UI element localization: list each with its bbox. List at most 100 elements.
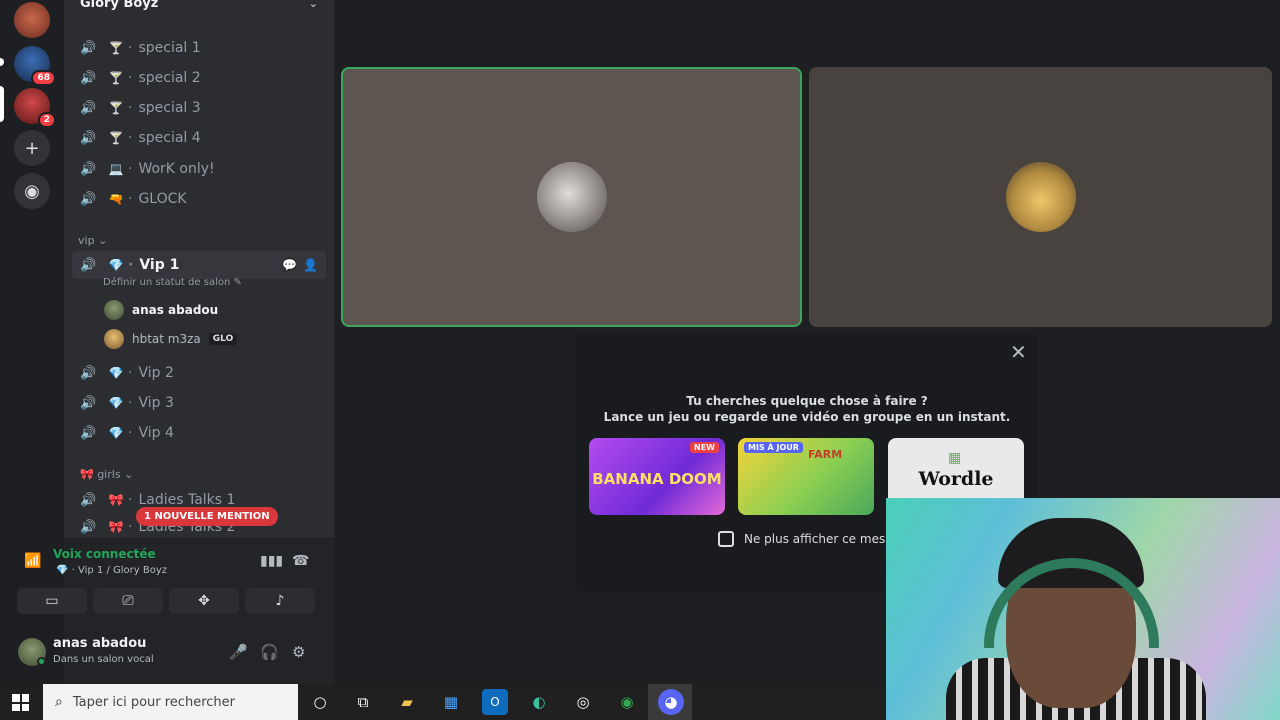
app-icon[interactable]: ◎ [570,689,596,715]
microphone-icon[interactable]: 🎤 [229,643,248,661]
channel-work-only[interactable]: 🔊 💻 · WorK only! [72,155,326,183]
category-vip[interactable]: vip ⌄ [78,234,107,247]
voice-user-hbtat[interactable]: hbtat m3za GLO [104,327,238,351]
voice-user-anas[interactable]: anas abadou [104,298,218,322]
voice-status[interactable]: Voix connectée [53,547,156,561]
participant-tile-2[interactable] [809,67,1272,327]
chat-bubble-icon[interactable]: 💬 [282,258,297,272]
speaker-icon: 🔊 [80,425,97,441]
speaker-icon: 🔊 [80,365,97,381]
disconnect-icon[interactable]: ☎ [292,553,309,569]
channel-label: GLOCK [138,191,187,207]
server-icon-2[interactable]: 68 [14,46,56,86]
server-icon-1[interactable] [14,2,50,38]
channel-glock[interactable]: 🔊 🔫 · GLOCK [72,185,326,213]
channel-label: WorK only! [138,161,215,177]
updated-badge: MIS À JOUR [744,442,803,453]
screen-share-button[interactable]: ⎚ [93,588,163,614]
chevron-down-icon: ⌄ [98,234,108,247]
camera-toggle-button[interactable]: ▭ [17,588,87,614]
channel-vip-2[interactable]: 🔊 💎 · Vip 2 [72,359,326,387]
voice-channel-link[interactable]: 💎 · Vip 1 / Glory Boyz [56,565,167,576]
pencil-icon: ✎ [233,277,242,288]
add-server-button[interactable]: + [14,130,50,166]
activity-card-banana-doom[interactable]: NEW BANANA DOOM [589,438,725,515]
dont-show-again-label: Ne plus afficher ce messag [744,532,907,546]
channel-emoji: 🎀 [108,520,124,534]
soundboard-icon: ♪ [275,593,285,609]
soundboard-icon[interactable]: ▮▮▮ [260,553,283,569]
new-mention-badge[interactable]: 1 NOUVELLE MENTION [136,507,278,526]
invite-icon[interactable]: 👤 [303,258,318,272]
channel-label: special 1 [138,40,201,56]
channel-special-3[interactable]: 🔊 🍸 · special 3 [72,94,326,122]
category-girls[interactable]: 🎀 girls ⌄ [80,468,133,481]
headphones-icon[interactable]: 🎧 [260,643,279,661]
plus-icon: + [24,137,40,159]
channel-label: Ladies Talks 1 [138,492,236,508]
channel-special-2[interactable]: 🔊 🍸 · special 2 [72,64,326,92]
speaker-icon: 🔊 [80,191,97,207]
user-status: Dans un salon vocal [53,654,154,665]
discord-icon[interactable]: ◕ [658,689,684,715]
app-root: 68 2 + ◉ Glory Boyz ⌄ 🔊 🍸 · special 1 🔊 🍸 · sp… [0,0,1280,720]
channel-emoji: 💎 [108,426,124,440]
dont-show-again-checkbox[interactable] [718,531,734,547]
file-explorer-icon[interactable]: ▰ [394,689,420,715]
speaker-icon: 🔊 [80,130,97,146]
activity-card-farm[interactable]: MIS À JOUR FARM [738,438,874,515]
channel-emoji: 🍸 [108,41,124,55]
channel-emoji: 💻 [108,162,124,176]
taskbar-search[interactable]: ⌕ Taper ici pour rechercher [43,684,298,720]
chevron-down-icon: ⌄ [308,0,318,10]
avatar [104,300,124,320]
activities-icon: ✥ [198,593,210,609]
explore-button[interactable]: ◉ [14,173,50,209]
channel-label: special 4 [138,130,201,146]
online-status-dot [37,657,46,666]
channel-emoji: 🍸 [108,101,124,115]
channel-status-prompt[interactable]: Définir un statut de salon ✎ [103,277,242,288]
store-icon[interactable]: ▦ [438,689,464,715]
popup-title: Tu cherches quelque chose à faire ? Lanc… [603,394,1011,424]
guild-tag: GLO [208,333,238,345]
signal-icon[interactable]: 📶 [24,553,41,569]
windows-start-icon[interactable] [12,694,29,711]
task-view-icon[interactable]: ⧉ [350,689,376,715]
channel-emoji: 🔫 [108,192,124,206]
user-name: anas abadou [53,636,147,651]
soundboard-button[interactable]: ♪ [245,588,315,614]
chevron-down-icon: ⌄ [124,468,134,481]
close-icon[interactable]: ✕ [1010,340,1027,364]
channel-special-1[interactable]: 🔊 🍸 · special 1 [72,34,326,62]
category-label: vip [78,234,95,247]
activities-button[interactable]: ✥ [169,588,239,614]
channel-label: Vip 3 [138,395,174,411]
avatar [1005,162,1076,232]
outlook-icon[interactable]: O [482,689,508,715]
server-icon-3[interactable]: 2 [14,88,56,128]
server-header[interactable]: Glory Boyz ⌄ [64,0,334,14]
avatar [104,329,124,349]
chrome-icon[interactable]: ◉ [614,689,640,715]
speaker-icon: 🔊 [80,161,97,177]
participant-tile-1[interactable] [341,67,802,327]
edge-icon[interactable]: ◐ [526,689,552,715]
channel-emoji: 💎 [108,396,124,410]
grid-icon: ▦ [948,450,962,466]
channel-label: Vip 1 [139,257,180,273]
channel-label: special 3 [138,100,201,116]
cortana-icon[interactable]: ○ [307,689,333,715]
speaker-icon: 🔊 [80,395,97,411]
channel-vip-3[interactable]: 🔊 💎 · Vip 3 [72,389,326,417]
channel-emoji: 💎 [108,366,124,380]
channel-special-4[interactable]: 🔊 🍸 · special 4 [72,124,326,152]
category-emoji: 🎀 [80,468,94,481]
gear-icon[interactable]: ⚙ [292,643,305,661]
channel-vip-1[interactable]: 🔊 💎 · Vip 1 💬 👤 [72,251,326,279]
webcam-overlay [886,498,1280,720]
active-server-pill [0,86,4,122]
channel-vip-4[interactable]: 🔊 💎 · Vip 4 [72,419,326,447]
category-label: girls [97,468,121,481]
card-title: BANANA DOOM [592,470,722,488]
